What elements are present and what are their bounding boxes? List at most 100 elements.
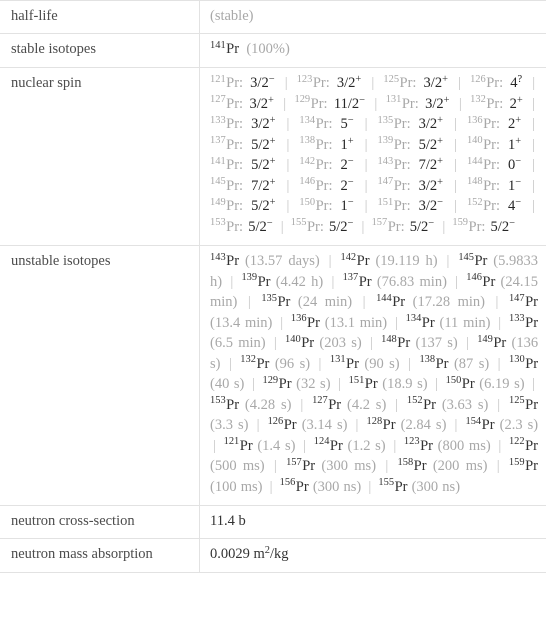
nuclear-spin-parity: ? — [517, 74, 523, 86]
element-symbol: Pr — [256, 355, 270, 372]
element-symbol: Pr — [328, 396, 342, 413]
unstable-isotope-name: 134Pr — [406, 313, 435, 331]
element-symbol: Pr: — [315, 157, 333, 173]
unstable-isotope-half-life: (96 s) — [274, 355, 311, 372]
unstable-isotope-name: 157Pr — [286, 457, 315, 474]
element-symbol: Pr: — [483, 136, 501, 153]
nuclear-spin-value: 3/2− — [250, 74, 275, 91]
nuclear-spin-value: 3/2+ — [418, 176, 444, 194]
list-separator: | — [251, 376, 255, 392]
unstable-isotope-name: 124Pr — [314, 436, 343, 453]
nuclear-spin-value: 5/2+ — [251, 197, 276, 214]
nuclear-spin-parity: − — [515, 176, 522, 188]
isotope-mass-number: 122 — [508, 436, 525, 448]
row-value-nuclear-spin: 121Pr: 3/2− | 123Pr: 3/2+ | 125Pr: 3/2+ … — [200, 68, 546, 246]
isotope-mass-number: 159 — [508, 456, 525, 468]
isotope-mass-number: 153 — [210, 395, 226, 407]
element-symbol: Pr: — [387, 218, 405, 235]
list-separator: | — [458, 75, 461, 91]
list-separator: | — [280, 314, 284, 331]
isotope-mass-number: 126 — [267, 415, 284, 427]
isotope-mass-number: 147 — [508, 292, 525, 304]
nuclear-spin-value: 4− — [508, 197, 522, 214]
isotope-mass-number: 155 — [378, 477, 395, 489]
isotope-mass-number: 136 — [466, 114, 483, 126]
element-symbol: Pr — [421, 314, 435, 331]
list-separator: | — [393, 437, 397, 454]
list-separator: | — [446, 253, 450, 269]
unstable-isotope-name: 133Pr — [509, 313, 538, 330]
unstable-isotope-name: 131Pr — [330, 354, 359, 371]
nuclear-spin-value: 5/2+ — [251, 156, 276, 173]
unstable-isotope-name: 145Pr — [458, 251, 487, 269]
list-separator: | — [273, 335, 277, 351]
nuclear-spin-value: 3/2+ — [336, 74, 362, 91]
element-symbol: Pr: — [468, 218, 486, 235]
list-separator: | — [496, 458, 500, 474]
unstable-isotope-half-life: (3.3 s) — [210, 417, 249, 433]
list-separator: | — [213, 437, 216, 454]
unstable-isotope-half-life: (200 ms) — [432, 458, 488, 474]
list-separator: | — [338, 376, 342, 392]
element-symbol: Pr: — [315, 116, 333, 132]
element-symbol: Pr — [413, 458, 427, 474]
nuclear-spin-value: 5/2− — [409, 217, 435, 235]
unstable-isotope-half-life: (1.2 s) — [347, 437, 386, 454]
nuclear-spin-isotope: 159Pr: — [452, 217, 486, 235]
half-life-value: (stable) — [210, 8, 254, 24]
element-symbol: Pr: — [483, 157, 501, 173]
nuclear-spin-isotope: 141Pr: — [210, 156, 243, 173]
element-symbol: Pr: — [393, 157, 411, 173]
list-separator: | — [283, 95, 287, 112]
unstable-isotope-half-life: (3.14 s) — [301, 417, 348, 433]
nuclear-spin-isotope: 139Pr: — [378, 135, 411, 152]
unstable-isotope-name: 144Pr — [376, 292, 405, 310]
element-symbol: Pr — [301, 335, 315, 351]
isotope-mass-number: 135 — [377, 114, 394, 126]
row-value-stable-isotopes: 141Pr (100%) — [200, 34, 546, 68]
row-value-unstable-isotopes: 143Pr (13.57 days) | 142Pr (19.119 h) | … — [200, 246, 546, 506]
unstable-isotope-half-life: (100 ms) — [210, 478, 263, 495]
unstable-isotope-half-life: (32 s) — [296, 376, 331, 392]
isotope-mass-number: 155 — [290, 217, 307, 229]
list-separator: | — [532, 116, 536, 132]
isotope-mass-number: 136 — [290, 313, 307, 325]
list-separator: | — [364, 198, 368, 214]
element-symbol: Pr — [482, 273, 496, 290]
isotope-mass-number: 127 — [210, 94, 226, 106]
row-value-neutron-cross-section: 11.4 b — [210, 513, 246, 529]
unstable-isotope-name: 146Pr — [466, 272, 496, 290]
element-symbol: Pr — [394, 478, 408, 495]
nuclear-spin-value: 5/2− — [490, 217, 515, 235]
list-separator: | — [455, 273, 459, 290]
nuclear-spin-isotope: 131Pr: — [385, 94, 419, 111]
isotope-mass-number: 134 — [299, 114, 316, 126]
nuclear-spin-isotope: 121Pr: — [210, 74, 244, 91]
nuclear-spin-value: 5/2− — [328, 217, 354, 235]
isotope-mass-number: 145 — [458, 251, 474, 263]
isotope-mass-number: 144 — [376, 292, 392, 304]
row-value-neutron-mass-absorption: 0.0029 m2/kg — [200, 539, 546, 573]
element-symbol: Pr: — [312, 75, 330, 91]
unstable-isotope-half-life: (300 ns) — [312, 478, 362, 495]
unstable-isotope-half-life: (4.42 h) — [275, 273, 324, 290]
list-separator: | — [364, 116, 368, 132]
list-separator: | — [532, 136, 536, 153]
isotope-mass-number: 137 — [210, 135, 226, 147]
nuclear-spin-parity: + — [269, 115, 276, 127]
element-symbol: Pr: — [226, 75, 244, 91]
list-separator: | — [364, 157, 368, 173]
isotope-mass-number: 131 — [385, 94, 402, 106]
nuclear-spin-parity: − — [347, 156, 354, 168]
list-separator: | — [395, 396, 399, 413]
list-separator: | — [454, 136, 457, 153]
unstable-isotope-name: 137Pr — [343, 272, 372, 289]
unstable-isotope-half-life: (1.4 s) — [257, 437, 296, 454]
nuclear-spin-isotope: 143Pr: — [378, 156, 411, 173]
element-symbol: Pr: — [483, 177, 501, 194]
unstable-isotope-name: 123Pr — [404, 436, 433, 453]
unstable-isotope-name: 154Pr — [465, 416, 494, 433]
list-separator: | — [286, 177, 290, 194]
isotope-mass-number: 146 — [466, 272, 482, 284]
list-separator: | — [355, 417, 359, 433]
